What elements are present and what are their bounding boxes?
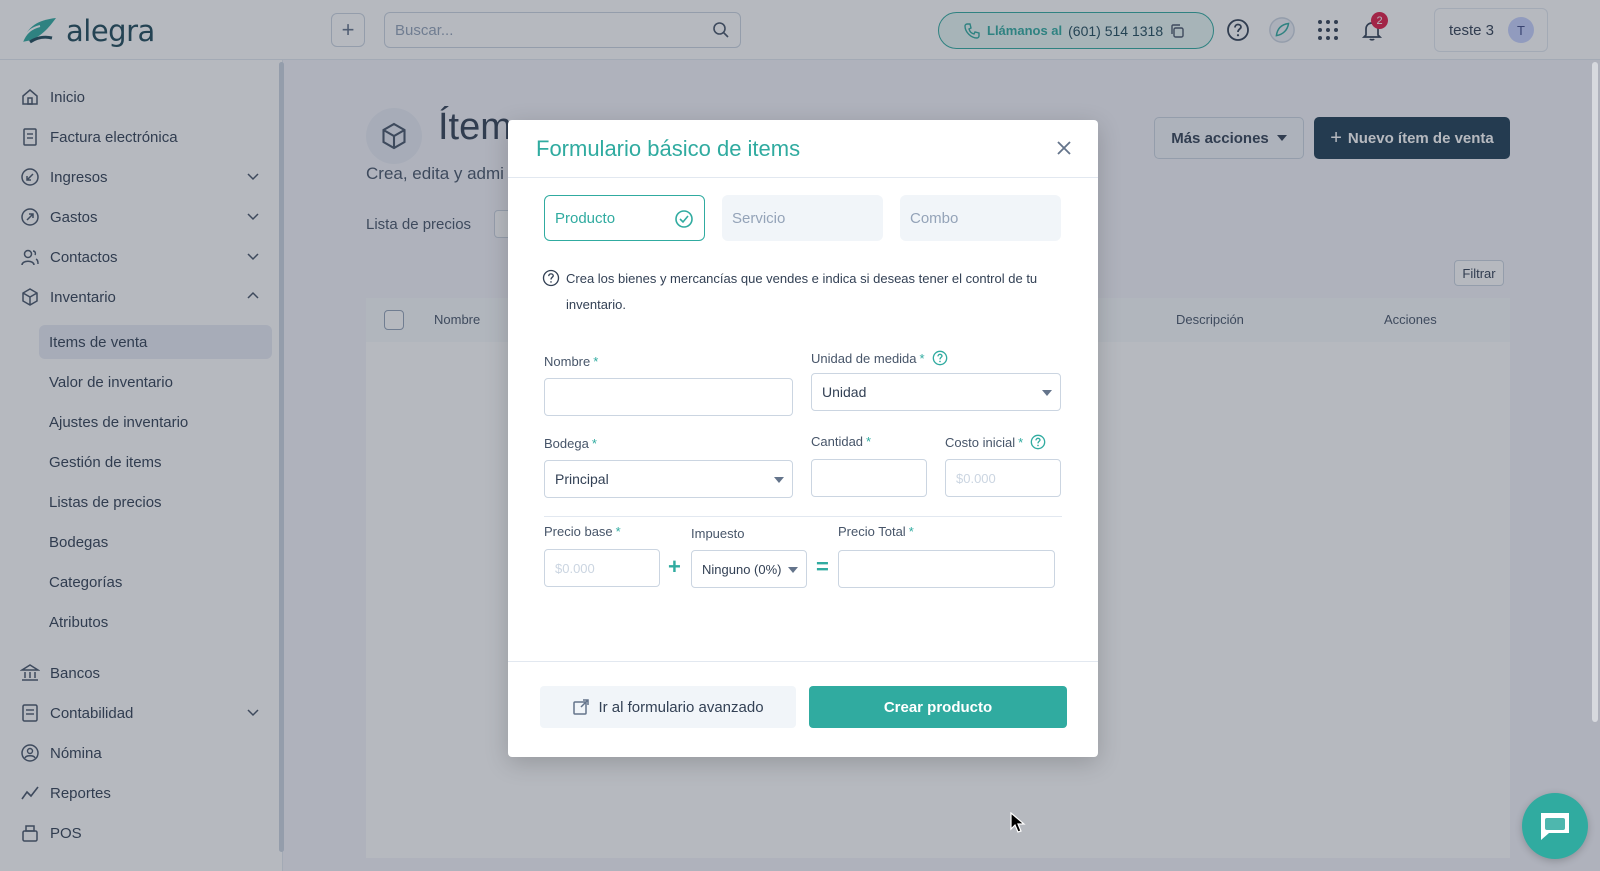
initial-cost-field <box>945 459 1061 497</box>
initial-cost-input[interactable] <box>946 460 1060 496</box>
page-scrollbar[interactable] <box>1592 62 1598 722</box>
required-mark: * <box>1018 434 1024 450</box>
name-label: Nombre * <box>544 354 598 369</box>
caret-down-icon <box>788 567 798 573</box>
unit-select[interactable]: Unidad <box>811 373 1061 411</box>
quantity-label: Cantidad * <box>811 434 871 449</box>
required-mark: * <box>866 434 872 449</box>
base-price-input[interactable] <box>545 550 659 586</box>
help-icon[interactable] <box>1030 434 1046 450</box>
type-option-label: Producto <box>555 209 616 227</box>
quantity-input[interactable] <box>812 460 926 496</box>
mouse-cursor-icon <box>1010 811 1026 839</box>
field-label-text: Unidad de medida <box>811 350 917 366</box>
required-mark: * <box>615 524 621 539</box>
tax-select[interactable]: Ninguno (0%) <box>691 550 807 588</box>
caret-down-icon <box>1042 390 1052 396</box>
field-label-text: Precio Total <box>838 524 906 539</box>
external-link-icon <box>573 699 590 715</box>
base-price-label: Precio base * <box>544 524 621 539</box>
warehouse-select[interactable]: Principal <box>544 460 793 498</box>
item-form-modal: Formulario básico de items Producto Serv… <box>508 120 1098 757</box>
advanced-form-label: Ir al formulario avanzado <box>598 698 764 716</box>
close-icon[interactable] <box>1052 136 1076 160</box>
type-option-label: Servicio <box>732 209 786 227</box>
base-price-field <box>544 549 660 587</box>
field-label-text: Nombre <box>544 354 591 369</box>
field-label-text: Impuesto <box>691 526 745 541</box>
modal-footer: Ir al formulario avanzado Crear producto <box>508 661 1098 757</box>
warehouse-select-value: Principal <box>555 471 609 487</box>
equals-icon: = <box>816 554 829 579</box>
unit-select-value: Unidad <box>822 384 867 400</box>
required-mark: * <box>593 354 599 369</box>
required-mark: * <box>591 436 597 451</box>
tax-label: Impuesto <box>691 526 744 541</box>
total-price-field <box>838 550 1055 588</box>
help-icon[interactable] <box>932 350 948 366</box>
type-option-producto[interactable]: Producto <box>544 195 705 241</box>
type-option-label: Combo <box>910 209 959 227</box>
initial-cost-label: Costo inicial * <box>945 434 1046 450</box>
total-price-input[interactable] <box>839 551 1054 587</box>
name-input[interactable] <box>545 379 792 415</box>
field-label-text: Bodega <box>544 436 589 451</box>
plus-icon: + <box>668 554 681 579</box>
unit-label: Unidad de medida * <box>811 350 948 366</box>
chat-icon <box>1541 813 1569 840</box>
check-circle-icon <box>674 209 694 233</box>
modal-header: Formulario básico de items <box>508 120 1098 178</box>
tax-select-value: Ninguno (0%) <box>702 561 782 577</box>
caret-down-icon <box>774 477 784 483</box>
help-icon <box>542 269 560 296</box>
modal-title: Formulario básico de items <box>536 136 801 161</box>
required-mark: * <box>908 524 914 539</box>
required-mark: * <box>919 350 925 366</box>
field-label-text: Precio base <box>544 524 613 539</box>
total-price-label: Precio Total * <box>838 524 914 539</box>
chat-widget-button[interactable] <box>1522 793 1588 859</box>
name-field <box>544 378 793 416</box>
info-text: Crea los bienes y mercancías que vendes … <box>566 271 1038 312</box>
field-label-text: Costo inicial <box>945 434 1016 450</box>
type-option-combo[interactable]: Combo <box>900 195 1061 241</box>
warehouse-label: Bodega * <box>544 436 597 451</box>
field-label-text: Cantidad <box>811 434 864 449</box>
divider <box>544 516 1062 517</box>
quantity-field <box>811 459 927 497</box>
advanced-form-button[interactable]: Ir al formulario avanzado <box>540 686 796 728</box>
create-product-button[interactable]: Crear producto <box>809 686 1067 728</box>
type-option-servicio[interactable]: Servicio <box>722 195 883 241</box>
info-message: Crea los bienes y mercancías que vendes … <box>542 266 1062 318</box>
